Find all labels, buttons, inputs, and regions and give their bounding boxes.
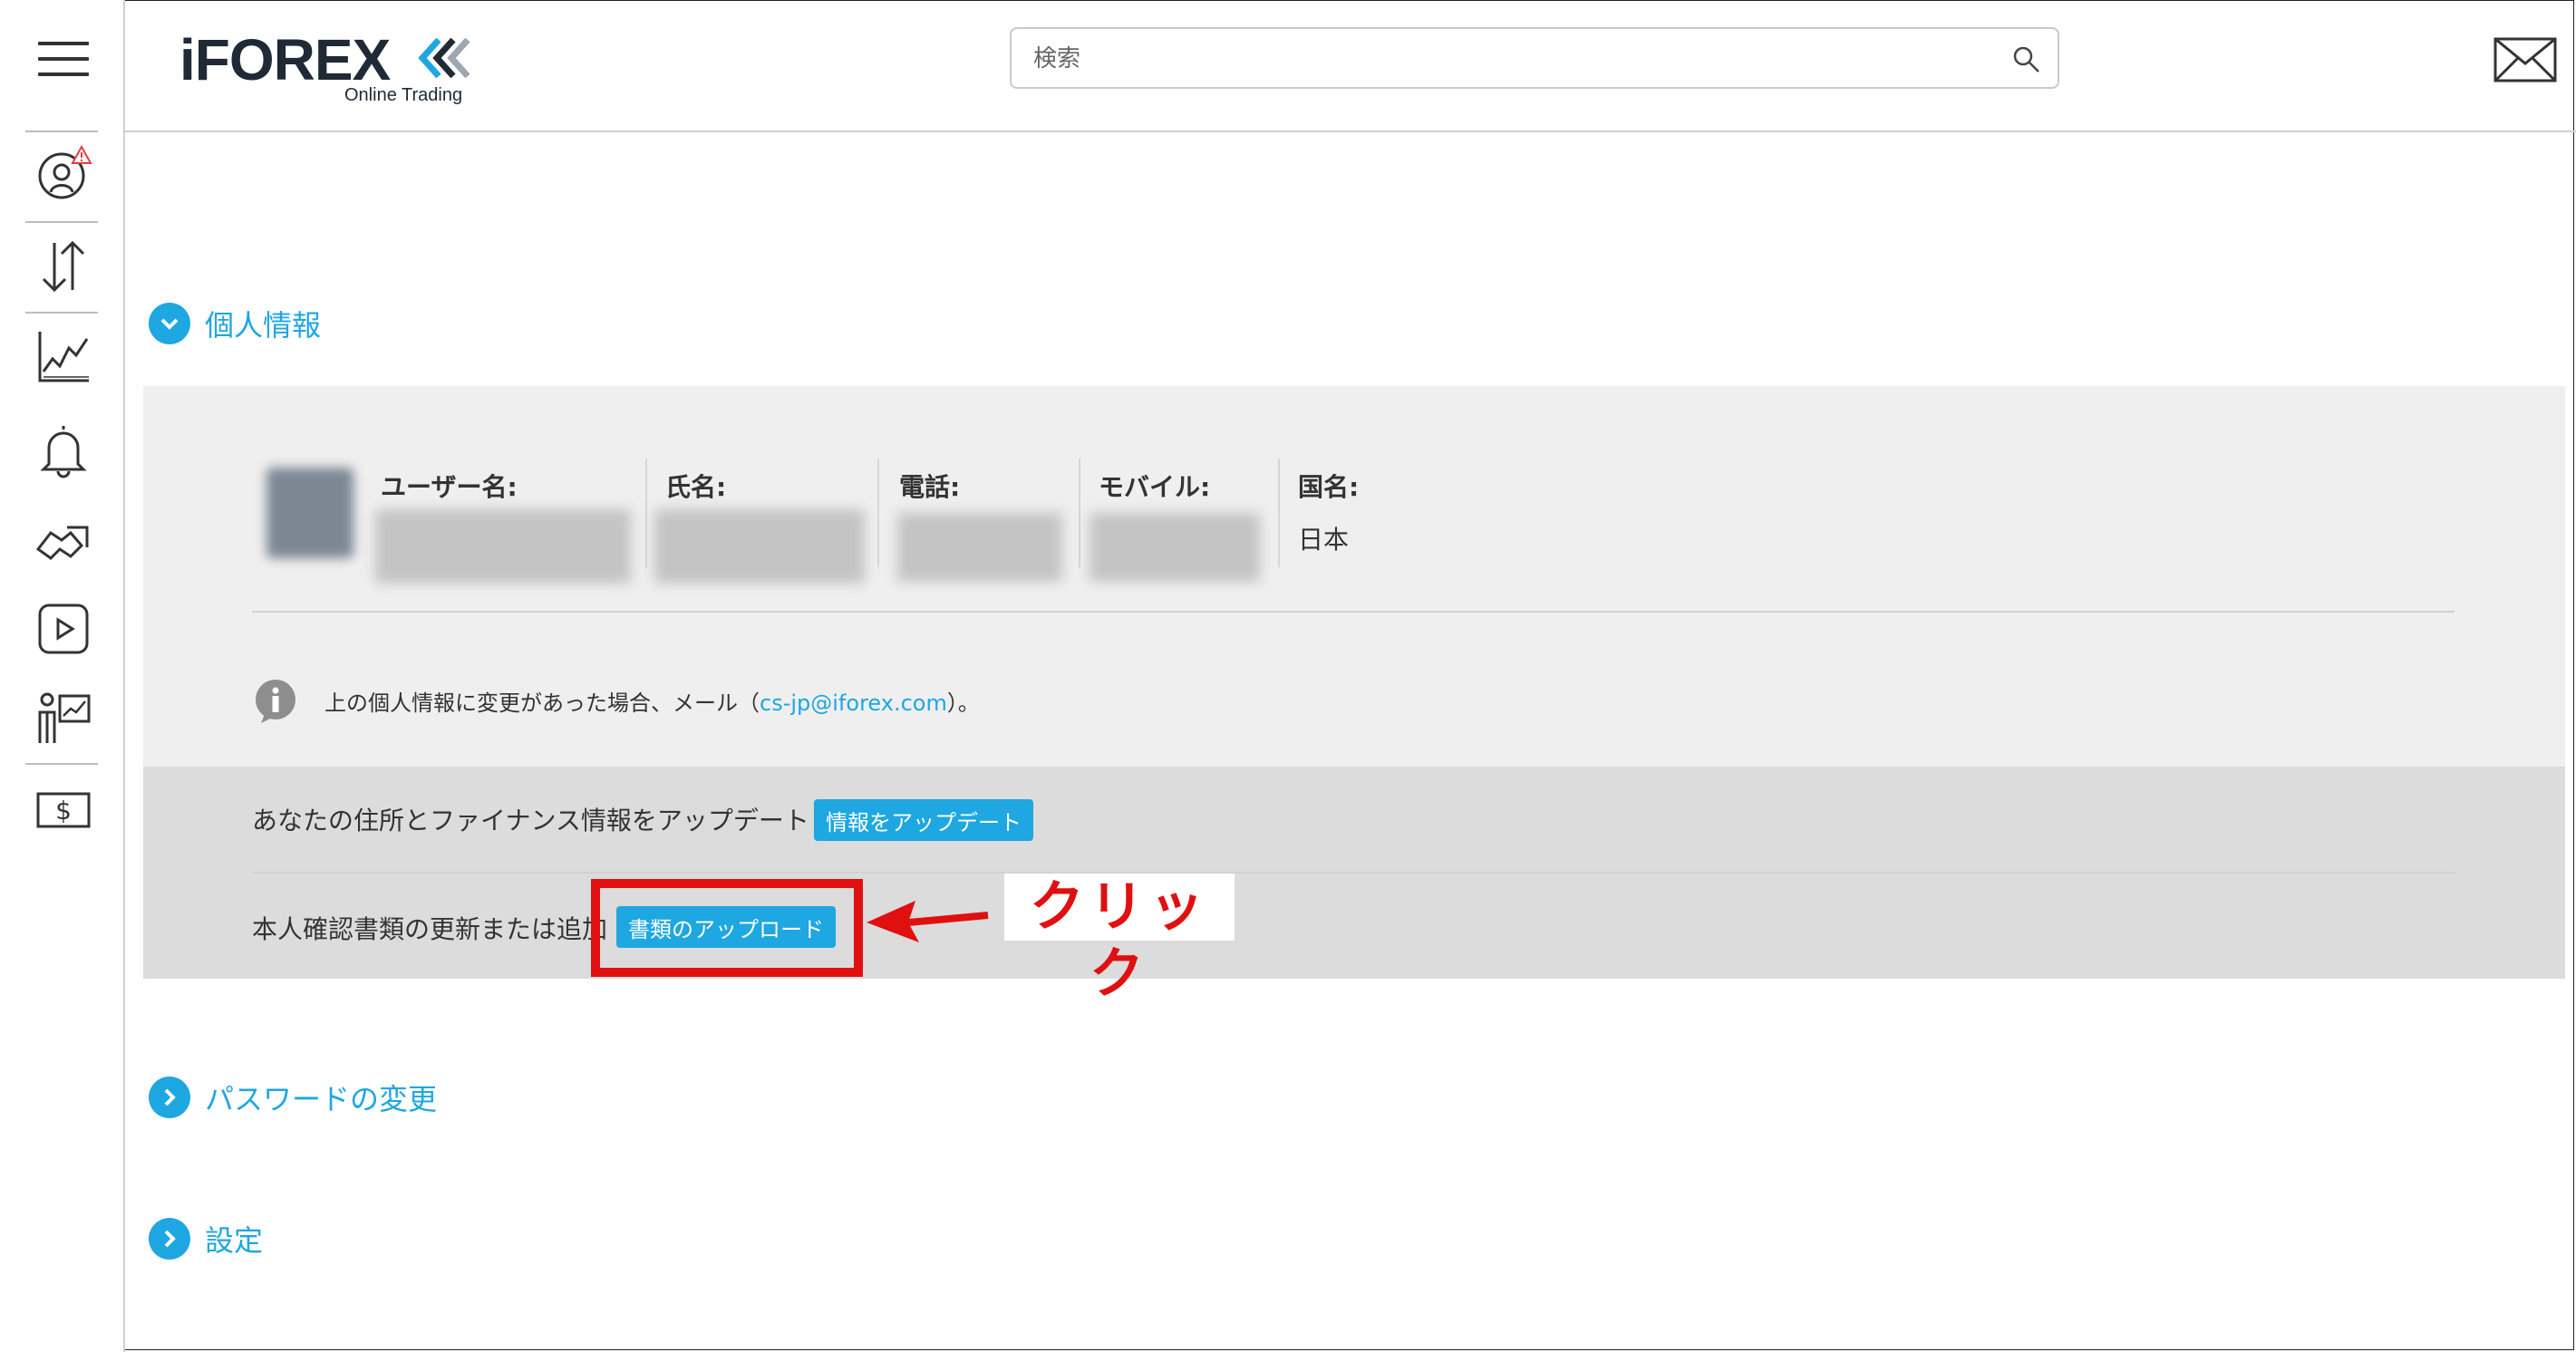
address-update-text: あなたの住所とファイナンス情報をアップデート xyxy=(252,806,809,835)
sidebar-divider xyxy=(25,130,98,132)
section-settings-label: 設定 xyxy=(205,1223,264,1258)
sidebar: $ xyxy=(0,0,125,1352)
sidebar-divider xyxy=(25,221,98,223)
update-info-button[interactable]: 情報をアップデート xyxy=(814,799,1033,841)
education-chart-icon[interactable] xyxy=(34,689,92,747)
avatar xyxy=(266,468,353,558)
phone-value-redacted xyxy=(897,513,1062,582)
info-text-after: ）。 xyxy=(946,690,980,716)
section-password-change-label: パスワードの変更 xyxy=(205,1082,438,1116)
bell-icon[interactable] xyxy=(34,420,92,478)
transfer-arrows-icon[interactable] xyxy=(34,237,92,295)
chart-icon[interactable] xyxy=(34,328,92,386)
sidebar-divider xyxy=(25,763,98,765)
logo-chevrons-icon xyxy=(418,38,470,78)
logo-subtitle: Online Trading xyxy=(344,85,463,105)
section-personal-info-label: 個人情報 xyxy=(205,308,322,343)
handshake-icon[interactable] xyxy=(34,513,92,571)
logo-text: iFOREX xyxy=(179,27,391,92)
search-input[interactable] xyxy=(1031,38,1996,80)
chevron-right-icon xyxy=(149,1218,190,1260)
country-value: 日本 xyxy=(1298,525,1350,555)
play-video-icon[interactable] xyxy=(34,600,92,658)
phone-field: 電話: xyxy=(899,468,960,504)
username-value-redacted xyxy=(375,509,631,584)
name-value-redacted xyxy=(654,509,865,584)
documents-update-text: 本人確認書類の更新または追加 xyxy=(252,914,608,944)
section-personal-info[interactable]: 個人情報 xyxy=(149,301,321,346)
search-box[interactable] xyxy=(1010,27,2059,89)
info-icon xyxy=(256,680,295,723)
annotation-click-label: クリック xyxy=(1004,874,1235,1006)
field-divider xyxy=(645,459,647,567)
section-settings[interactable]: 設定 xyxy=(149,1216,263,1261)
mobile-label: モバイル: xyxy=(1099,472,1211,502)
chevron-down-icon xyxy=(149,303,190,344)
top-header: iFOREX Online Trading ? xyxy=(123,0,2576,132)
mail-icon[interactable] xyxy=(2493,34,2558,85)
annotation-arrow-icon xyxy=(867,901,989,942)
mobile-value-redacted xyxy=(1089,513,1260,582)
field-divider xyxy=(877,459,879,567)
username-label: ユーザー名: xyxy=(381,472,518,502)
sidebar-divider xyxy=(25,312,98,314)
info-text-before: 上の個人情報に変更があった場合、メール（ xyxy=(324,690,760,716)
svg-text:$: $ xyxy=(55,796,72,826)
name-label: 氏名: xyxy=(665,472,727,502)
info-message: 上の個人情報に変更があった場合、メール（cs-jp@iforex.com）。 xyxy=(324,685,980,717)
field-divider xyxy=(1079,459,1080,567)
section-password-change[interactable]: パスワードの変更 xyxy=(149,1075,437,1120)
mobile-field: モバイル: xyxy=(1099,468,1210,504)
divider xyxy=(252,872,2455,874)
country-label: 国名: xyxy=(1298,472,1360,502)
chevron-right-icon xyxy=(149,1077,190,1118)
divider xyxy=(252,611,2455,613)
search-icon[interactable] xyxy=(2010,43,2043,76)
support-email-link[interactable]: cs-jp@iforex.com xyxy=(760,690,947,716)
iforex-logo[interactable]: iFOREX Online Trading xyxy=(179,31,488,112)
phone-label: 電話: xyxy=(899,472,961,502)
dollar-bill-icon[interactable]: $ xyxy=(34,781,92,839)
name-field: 氏名: xyxy=(665,468,726,504)
upload-documents-button[interactable]: 書類のアップロード xyxy=(616,906,836,948)
field-divider xyxy=(1278,459,1280,567)
menu-icon[interactable] xyxy=(38,42,89,78)
username-field: ユーザー名: xyxy=(381,468,518,504)
country-field: 国名: 日本 xyxy=(1298,468,1359,556)
profile-warning-icon[interactable] xyxy=(34,144,92,203)
